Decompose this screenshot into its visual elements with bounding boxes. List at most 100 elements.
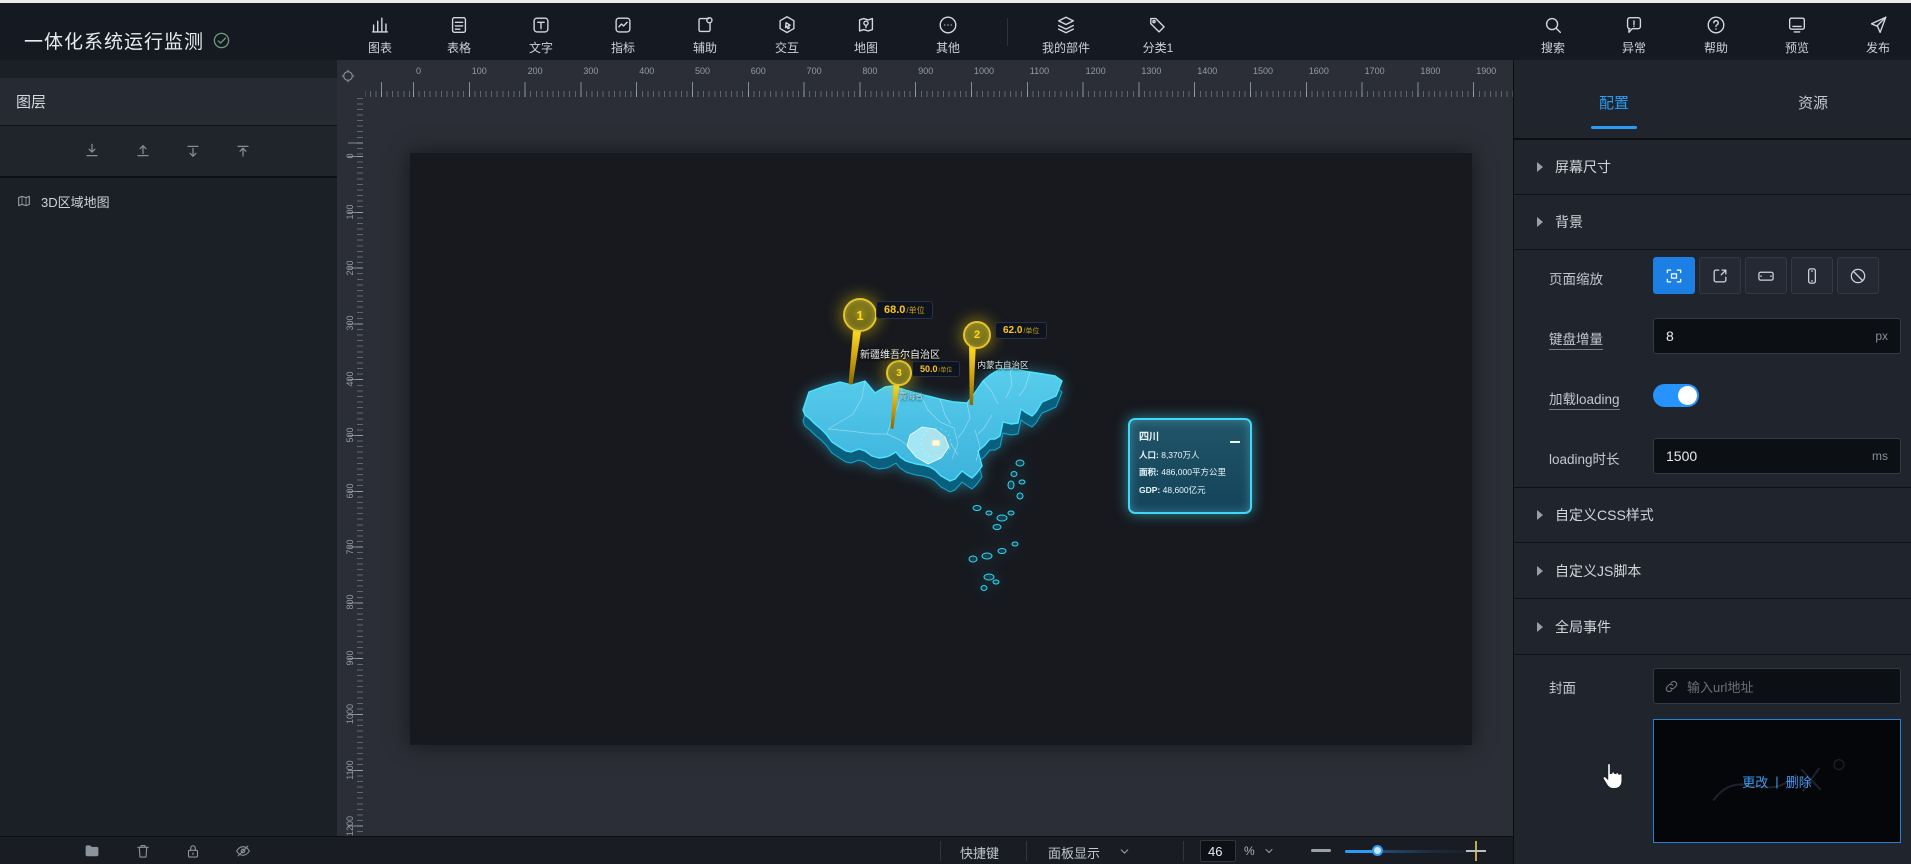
toolbar-item-label: 我的部件 xyxy=(1042,39,1090,56)
toolbar-item-label: 辅助 xyxy=(693,39,717,56)
tab-resources[interactable]: 资源 xyxy=(1798,92,1828,113)
cover-actions-separator: | xyxy=(1775,774,1778,789)
zoom-out-button[interactable] xyxy=(1311,849,1331,852)
toolbar-item-表格[interactable]: 表格 xyxy=(447,14,471,56)
indicator-icon xyxy=(612,14,634,36)
keyboard-increment-input[interactable] xyxy=(1654,328,1875,344)
zoom-value[interactable]: 46 xyxy=(1200,840,1236,862)
cover-url-field[interactable]: 输入url地址 xyxy=(1653,668,1901,704)
marker-rank-badge[interactable]: 3 xyxy=(886,360,912,386)
ruler-h-label: 1400 xyxy=(1197,66,1217,76)
ruler-h-label: 1600 xyxy=(1309,66,1329,76)
section-custom-js[interactable]: 自定义JS脚本 xyxy=(1514,544,1911,599)
ruler-v-label: 1000 xyxy=(345,702,355,726)
cover-label: 封面 xyxy=(1549,677,1576,697)
ruler-v-label: 600 xyxy=(345,479,355,503)
toolbar-item-辅助[interactable]: 辅助 xyxy=(693,14,717,56)
toolbar-item-地图[interactable]: 地图 xyxy=(854,14,878,56)
move-up-icon[interactable] xyxy=(133,141,153,161)
marker-rank-badge[interactable]: 2 xyxy=(963,321,991,349)
ruler-h-label: 1500 xyxy=(1253,66,1273,76)
section-global-events[interactable]: 全局事件 xyxy=(1514,600,1911,655)
zoom-in-button[interactable] xyxy=(1466,839,1486,863)
eye-off-icon[interactable] xyxy=(234,842,252,860)
vertical-ruler[interactable]: 0100200300400500600700800900100011001200 xyxy=(337,97,363,836)
shortcuts-button[interactable]: 快捷键 xyxy=(960,843,999,862)
toolbar-item-label: 交互 xyxy=(775,39,799,56)
divider xyxy=(1007,18,1008,46)
design-artboard[interactable] xyxy=(410,153,1472,745)
toolbar-item-图表[interactable]: 图表 xyxy=(368,14,392,56)
marker-rank-badge[interactable]: 1 xyxy=(843,298,877,332)
divider xyxy=(1183,841,1184,861)
divider xyxy=(940,841,941,861)
zoom-percent-select[interactable]: 46 % xyxy=(1200,840,1290,862)
canvas-workspace: 0100200300400500600700800900100011001200… xyxy=(337,60,1513,836)
no-scale-icon[interactable] xyxy=(1837,257,1879,294)
horizontal-ruler[interactable]: 0100200300400500600700800900100011001200… xyxy=(365,60,1513,97)
phone-landscape-icon[interactable] xyxy=(1745,257,1787,294)
chevron-down-icon[interactable] xyxy=(1118,845,1131,858)
caret-right-icon xyxy=(1537,622,1543,632)
move-to-bottom-icon[interactable] xyxy=(82,141,102,161)
toolbar-item-label: 其他 xyxy=(936,39,960,56)
zoom-slider-knob[interactable] xyxy=(1372,845,1383,856)
cover-delete-button[interactable]: 删除 xyxy=(1786,772,1812,791)
widgets-icon xyxy=(1055,14,1077,36)
caret-right-icon xyxy=(1537,162,1543,172)
expand-icon[interactable] xyxy=(1699,257,1741,294)
ruler-h-label: 400 xyxy=(639,66,654,76)
toolbar-item-其他[interactable]: 其他 xyxy=(936,14,960,56)
move-down-icon[interactable] xyxy=(183,141,203,161)
check-circle-icon xyxy=(212,31,231,50)
phone-portrait-icon[interactable] xyxy=(1791,257,1833,294)
fit-screen-icon[interactable] xyxy=(1653,257,1695,294)
toggle-knob xyxy=(1678,386,1697,405)
panel-display-button[interactable]: 面板显示 xyxy=(1048,843,1100,862)
action-label: 搜索 xyxy=(1541,39,1565,56)
toolbar-item-文字[interactable]: 文字 xyxy=(529,14,553,56)
keyboard-increment-unit: px xyxy=(1875,329,1900,343)
action-搜索[interactable]: 搜索 xyxy=(1541,14,1565,56)
ruler-v-minor-ticks xyxy=(357,97,363,836)
loading-toggle[interactable] xyxy=(1653,384,1699,407)
ruler-h-label: 600 xyxy=(751,66,766,76)
action-异常[interactable]: 异常 xyxy=(1622,14,1646,56)
project-title: 一体化系统运行监测 xyxy=(24,27,231,54)
toolbar-item-交互[interactable]: 交互 xyxy=(775,14,799,56)
section-screen-size[interactable]: 屏幕尺寸 xyxy=(1514,140,1911,195)
config-tabs: 配置 资源 xyxy=(1514,60,1911,140)
toolbar-item-指标[interactable]: 指标 xyxy=(611,14,635,56)
trash-icon[interactable] xyxy=(134,842,152,860)
cover-preview[interactable]: 更改 | 删除 xyxy=(1653,719,1901,843)
folder-icon[interactable] xyxy=(83,842,101,860)
layer-order-toolbar xyxy=(0,126,337,178)
toolbar-item-分类1[interactable]: 分类1 xyxy=(1143,14,1174,56)
app-header: 一体化系统运行监测 图表 表格 文字 指标辅助 交互 地图其他 我的部件 分类1 搜索 异常 帮助… xyxy=(0,3,1911,61)
section-label: 屏幕尺寸 xyxy=(1555,157,1611,177)
ruler-corner-icon[interactable] xyxy=(340,68,356,84)
action-发布[interactable]: 发布 xyxy=(1866,14,1890,56)
section-label: 全局事件 xyxy=(1555,617,1611,637)
lock-icon[interactable] xyxy=(184,842,202,860)
cover-change-button[interactable]: 更改 xyxy=(1742,772,1768,791)
action-预览[interactable]: 预览 xyxy=(1785,14,1809,56)
action-帮助[interactable]: 帮助 xyxy=(1704,14,1728,56)
ruler-h-label: 1800 xyxy=(1420,66,1440,76)
caret-right-icon xyxy=(1537,510,1543,520)
layer-item-3d-map[interactable]: 3D区域地图 xyxy=(0,186,337,216)
toolbar-item-我的部件[interactable]: 我的部件 xyxy=(1042,14,1090,56)
page-zoom-label: 页面缩放 xyxy=(1549,268,1603,288)
layers-panel-title: 图层 xyxy=(0,78,337,126)
ruler-v-label: 1100 xyxy=(345,758,355,782)
move-to-top-icon[interactable] xyxy=(233,141,253,161)
tab-config[interactable]: 配置 xyxy=(1599,92,1629,113)
layers-panel: 图层 3D区域地图 xyxy=(0,60,338,836)
section-custom-css[interactable]: 自定义CSS样式 xyxy=(1514,488,1911,543)
ruler-h-label: 300 xyxy=(583,66,598,76)
ruler-h-label: 200 xyxy=(528,66,543,76)
chevron-down-icon[interactable] xyxy=(1263,845,1275,857)
section-background[interactable]: 背景 xyxy=(1514,195,1911,250)
loading-duration-input[interactable] xyxy=(1654,448,1872,464)
zoom-slider-track[interactable] xyxy=(1345,850,1470,853)
